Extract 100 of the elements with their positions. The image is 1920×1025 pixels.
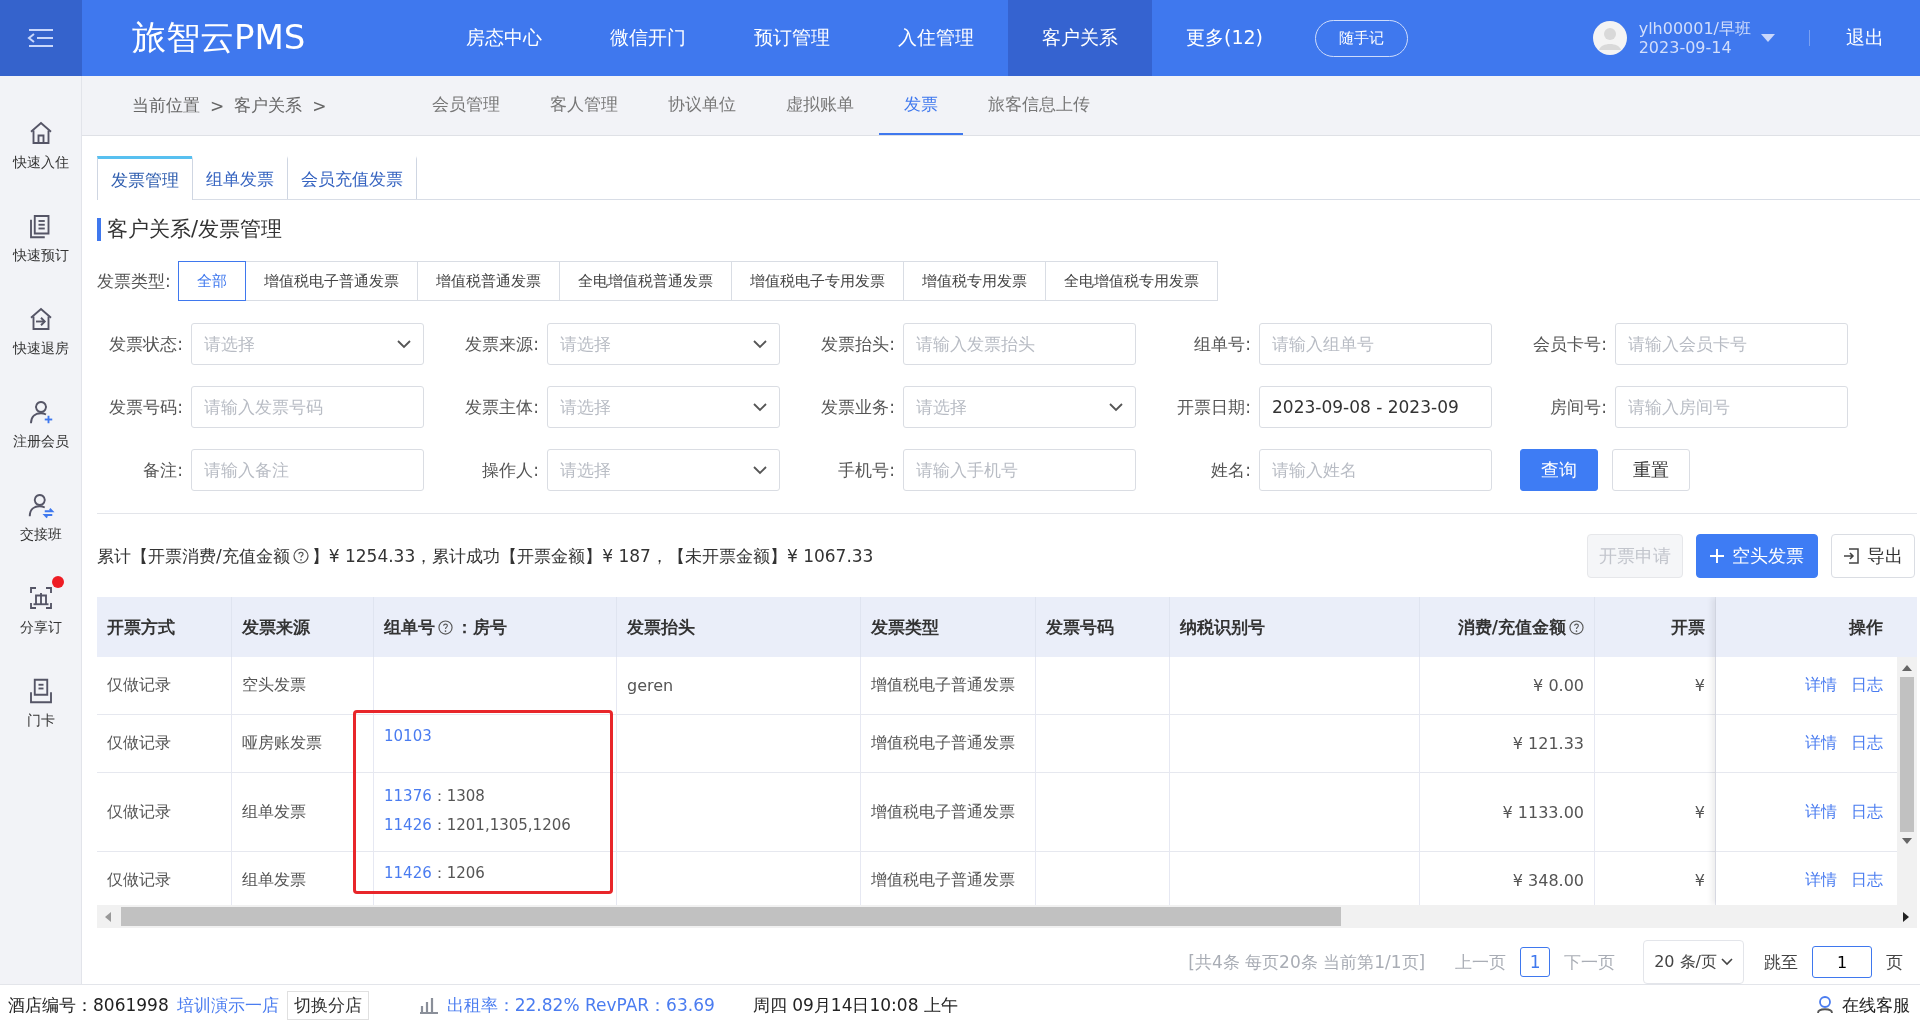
sidebar-item[interactable]: 快速退房 xyxy=(0,294,81,358)
sub-nav-tab[interactable]: 客人管理 xyxy=(525,76,643,135)
order-link[interactable]: 11426 xyxy=(384,816,432,835)
scroll-up-icon[interactable] xyxy=(1902,665,1912,672)
menu-button[interactable] xyxy=(0,0,82,76)
page-input[interactable]: 1 xyxy=(1812,946,1872,979)
help-icon xyxy=(292,548,309,565)
details-link[interactable]: 详情 xyxy=(1805,733,1837,755)
input-field[interactable]: 请输入备注 xyxy=(191,449,424,492)
log-link[interactable]: 日志 xyxy=(1851,675,1883,697)
nav-tab[interactable]: 更多(12) xyxy=(1152,0,1297,76)
table-cell: 空头发票 xyxy=(242,675,306,697)
add-button[interactable]: 空头发票 xyxy=(1696,534,1818,579)
search-button[interactable]: 查询 xyxy=(1520,449,1598,492)
export-button[interactable]: 导出 xyxy=(1831,534,1915,579)
log-link[interactable]: 日志 xyxy=(1851,733,1883,755)
table-cell: 组单发票 xyxy=(242,801,306,823)
vertical-scrollbar[interactable] xyxy=(1897,597,1917,906)
nav-tab[interactable]: 客户关系 xyxy=(1008,0,1152,76)
online-support-link[interactable]: 在线客服 xyxy=(1842,993,1910,1017)
scroll-left-icon[interactable] xyxy=(105,911,111,922)
sub-nav-tab[interactable]: 发票 xyxy=(879,76,963,135)
filter-option[interactable]: 增值税电子普通发票 xyxy=(244,261,418,302)
sidebar-item[interactable]: 交接班 xyxy=(0,480,81,544)
caret-icon[interactable] xyxy=(1761,34,1775,42)
details-link[interactable]: 详情 xyxy=(1805,870,1837,892)
breadcrumb-separator: > xyxy=(312,95,327,116)
table-cell: geren xyxy=(627,676,674,696)
input-field[interactable]: 请输入会员卡号 xyxy=(1615,323,1848,366)
sidebar-item[interactable]: 门卡 xyxy=(0,666,81,730)
field-label: 组单号: xyxy=(1193,332,1251,356)
filter-option[interactable]: 增值税电子专用发票 xyxy=(730,261,904,302)
occupancy-stats: 出租率：22.82% RevPAR：63.69 xyxy=(446,993,715,1017)
table-cell: 仅做记录 xyxy=(107,675,171,697)
filter-option[interactable]: 全部 xyxy=(177,261,246,302)
filter-option[interactable]: 增值税普通发票 xyxy=(416,261,560,302)
jump-label: 跳至 xyxy=(1764,950,1798,974)
input-field[interactable]: 2023-09-08 - 2023-09 xyxy=(1259,386,1492,429)
field-label: 备注: xyxy=(142,458,183,482)
details-link[interactable]: 详情 xyxy=(1805,801,1837,823)
table-cell: 仅做记录 xyxy=(107,733,171,755)
page-summary: [共4条 每页20条 当前第1/1页] xyxy=(1188,950,1426,974)
sidebar-item[interactable]: 分享订 xyxy=(0,573,81,637)
input-field[interactable]: 请输入房间号 xyxy=(1615,386,1848,429)
column-header: 开票方式 xyxy=(107,615,175,639)
next-page-button[interactable]: 下一页 xyxy=(1564,950,1616,974)
column-header: 组单号 xyxy=(384,615,435,639)
order-link[interactable]: 11376 xyxy=(384,787,432,806)
order-link[interactable]: 10103 xyxy=(384,727,432,746)
reset-button[interactable]: 重置 xyxy=(1612,449,1690,492)
prev-page-button[interactable]: 上一页 xyxy=(1455,950,1507,974)
sub-nav-tab[interactable]: 虚拟账单 xyxy=(761,76,879,135)
nav-tab[interactable]: 预订管理 xyxy=(720,0,864,76)
sub-nav-tab[interactable]: 协议单位 xyxy=(643,76,761,135)
input-field[interactable]: 请输入发票抬头 xyxy=(903,323,1136,366)
input-field[interactable]: 请输入手机号 xyxy=(903,449,1136,492)
logout-button[interactable]: 退出 xyxy=(1846,25,1884,51)
page-size-select[interactable]: 20 条/页 xyxy=(1643,940,1744,985)
order-link[interactable]: 11426 xyxy=(384,864,432,883)
field-label: 发票状态: xyxy=(108,332,183,356)
nav-tab[interactable]: 微信开门 xyxy=(576,0,720,76)
sub-nav-tab[interactable]: 会员管理 xyxy=(407,76,525,135)
scroll-right-icon[interactable] xyxy=(1903,911,1909,922)
column-header: 发票号码 xyxy=(1046,615,1114,639)
chevron-down-icon xyxy=(1109,402,1123,412)
filter-option[interactable]: 全电增值税普通发票 xyxy=(558,261,732,302)
nav-tab[interactable]: 房态中心 xyxy=(432,0,576,76)
log-link[interactable]: 日志 xyxy=(1851,870,1883,892)
sidebar-item[interactable]: 快速入住 xyxy=(0,108,81,172)
filter-option[interactable]: 全电增值税专用发票 xyxy=(1044,261,1218,302)
details-link[interactable]: 详情 xyxy=(1805,675,1837,697)
nav-tab[interactable]: 入住管理 xyxy=(864,0,1008,76)
switch-store-button[interactable]: 切换分店 xyxy=(286,990,369,1020)
field-label: 发票业务: xyxy=(820,395,895,419)
page-number[interactable]: 1 xyxy=(1520,947,1551,978)
filter-option[interactable]: 增值税专用发票 xyxy=(902,261,1046,302)
column-header: 操作 xyxy=(1849,615,1883,639)
table-cell: ¥ 0.00 xyxy=(1533,676,1584,696)
room-numbers: ：1206 xyxy=(431,864,485,883)
tab[interactable]: 发票管理 xyxy=(97,156,193,200)
room-numbers: ：1201,1305,1206 xyxy=(431,816,571,835)
plus-icon xyxy=(1710,549,1724,564)
login-date: 2023-09-14 xyxy=(1638,38,1733,58)
input-field[interactable]: 请输入姓名 xyxy=(1259,449,1492,492)
input-field[interactable]: 请输入发票号码 xyxy=(191,386,424,429)
sub-nav-tab[interactable]: 旅客信息上传 xyxy=(963,76,1115,135)
log-link[interactable]: 日志 xyxy=(1851,801,1883,823)
avatar-icon xyxy=(1592,21,1627,55)
table-cell: 哑房账发票 xyxy=(242,733,322,755)
column-header: 发票来源 xyxy=(242,615,310,639)
sidebar-item[interactable]: 注册会员 xyxy=(0,387,81,451)
horizontal-scrollbar[interactable] xyxy=(97,905,1917,929)
summary-label: 累计【开票消费/充值金额 xyxy=(97,544,290,568)
scroll-down-icon[interactable] xyxy=(1902,838,1912,845)
table-cell: 增值税电子普通发票 xyxy=(871,733,1015,755)
input-field[interactable]: 请输入组单号 xyxy=(1259,323,1492,366)
column-header: ：房号 xyxy=(456,615,507,639)
sidebar-item[interactable]: 快速预订 xyxy=(0,201,81,265)
hotel-name-link[interactable]: 培训演示一店 xyxy=(176,993,279,1017)
table-cell: ¥ 121.33 xyxy=(1512,734,1584,754)
